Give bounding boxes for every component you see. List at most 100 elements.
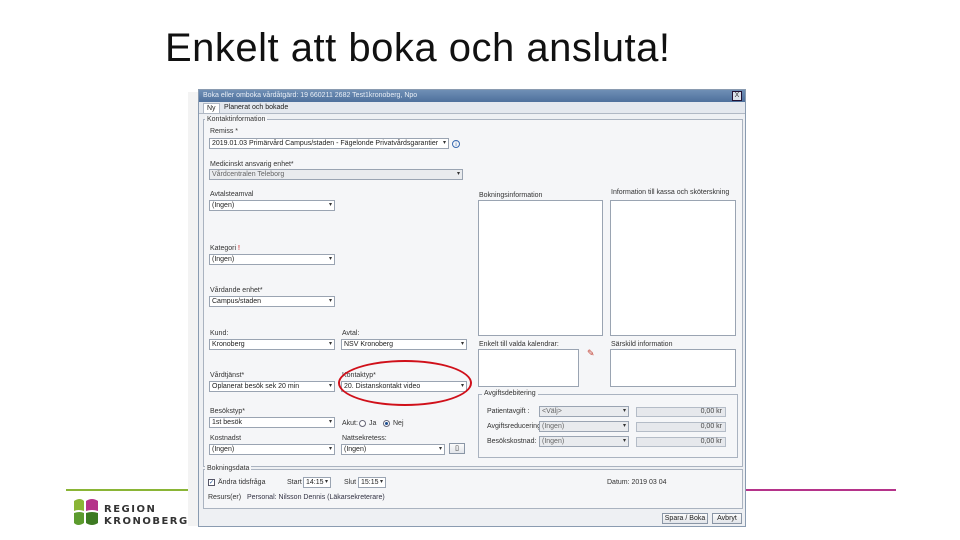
logo-line1: REGION bbox=[104, 504, 157, 515]
accent-line-right bbox=[746, 489, 896, 491]
booking-dialog: Boka eller omboka vårdåtgärd: 19 660211 … bbox=[198, 89, 746, 527]
avtal2-value: NSV Kronoberg bbox=[344, 341, 394, 348]
andra-checkbox[interactable]: ✓ bbox=[208, 479, 215, 486]
patientavgift-amount: 0,00 kr bbox=[636, 407, 726, 417]
akut-nej-radio[interactable] bbox=[383, 420, 390, 427]
chevron-down-icon: ▾ bbox=[328, 256, 332, 262]
enkelt-label: Enkelt till valda kalendrar: bbox=[479, 341, 559, 348]
spara-boka-button[interactable]: Spara / Boka bbox=[662, 513, 708, 524]
bokning-group bbox=[203, 469, 743, 509]
kund-select[interactable]: Kronoberg ▾ bbox=[209, 339, 335, 350]
avgiftsreducering-select[interactable]: (Ingen) ▾ bbox=[539, 421, 629, 432]
besokskostnad-label: Besökskostnad: bbox=[487, 438, 537, 445]
patientavgift-label: Patientavgift : bbox=[487, 408, 530, 415]
akut-ja-radio[interactable] bbox=[359, 420, 366, 427]
enkelt-textarea[interactable] bbox=[478, 349, 579, 387]
dialog-titlebar: Boka eller omboka vårdåtgärd: 19 660211 … bbox=[199, 90, 745, 102]
besokstyp-value: 1st besök bbox=[212, 419, 242, 426]
slut-label: Slut bbox=[344, 479, 357, 486]
kund-label: Kund: bbox=[210, 330, 229, 337]
start-value: 14:15 bbox=[306, 479, 324, 486]
chevron-down-icon: ▾ bbox=[328, 341, 332, 347]
bokningsinfo-textarea[interactable] bbox=[478, 200, 603, 336]
region-kronoberg-logo: REGION KRONOBERG bbox=[72, 497, 187, 529]
kund-value: Kronoberg bbox=[212, 341, 245, 348]
sarskild-textarea[interactable] bbox=[610, 349, 736, 387]
kategori-label: Kategori ! bbox=[210, 245, 240, 252]
akut-ja-label: Ja bbox=[369, 420, 377, 427]
avgiftsreducering-label: Avgiftsreducering: bbox=[487, 423, 543, 430]
patientavgift-select[interactable]: <Välj> ▾ bbox=[539, 406, 629, 417]
info-kassa-textarea[interactable] bbox=[610, 200, 736, 336]
akut-nej-label: Nej bbox=[393, 420, 404, 427]
start-label: Start bbox=[287, 479, 302, 486]
chevron-down-icon: ▾ bbox=[379, 479, 383, 485]
logo-line2: KRONOBERG bbox=[104, 516, 189, 527]
dialog-title: Boka eller omboka vårdåtgärd: 19 660211 … bbox=[203, 92, 418, 99]
accent-line-left bbox=[66, 489, 198, 491]
chevron-down-icon: ▾ bbox=[622, 408, 626, 414]
vardtjanst-value: Oplanerat besök sek 20 min bbox=[212, 383, 300, 390]
nattsekretess-value: (Ingen) bbox=[344, 446, 367, 453]
tab-bar: Ny Planerat och bokade bbox=[199, 102, 745, 114]
remiss-label: Remiss * bbox=[210, 128, 239, 135]
chevron-down-icon: ▾ bbox=[328, 419, 332, 425]
chevron-down-icon: ▾ bbox=[328, 298, 332, 304]
avtal2-label: Avtal: bbox=[342, 330, 360, 337]
patientavgift-value: <Välj> bbox=[542, 408, 562, 415]
avtal2-select[interactable]: NSV Kronoberg ▾ bbox=[341, 339, 467, 350]
avtal-label: Avtalsteamval bbox=[210, 191, 254, 198]
chevron-down-icon: ▾ bbox=[460, 341, 464, 347]
besokstyp-label: Besökstyp* bbox=[210, 408, 246, 415]
kostnadst-value: (Ingen) bbox=[212, 446, 235, 453]
tab-planerat[interactable]: Planerat och bokade bbox=[221, 103, 291, 112]
nattsekretess-select[interactable]: (Ingen) ▾ bbox=[341, 444, 445, 455]
medicinskt-value: Vårdcentralen Teleborg bbox=[212, 171, 285, 178]
tab-ny[interactable]: Ny bbox=[203, 103, 220, 113]
slut-input[interactable]: 15:15 ▾ bbox=[358, 477, 386, 488]
start-input[interactable]: 14:15 ▾ bbox=[303, 477, 331, 488]
bokningsinfo-label: Bokningsinformation bbox=[479, 192, 543, 199]
avtal-select[interactable]: (Ingen) ▾ bbox=[209, 200, 335, 211]
info-kassa-label: Information till kassa och sköterskning bbox=[611, 189, 730, 196]
pencil-icon[interactable]: ✎ bbox=[587, 348, 595, 359]
kostnadst-label: Kostnadst bbox=[210, 435, 242, 442]
logo-mark-icon bbox=[74, 499, 98, 525]
chevron-down-icon: ▾ bbox=[456, 171, 460, 177]
kategori-value: (Ingen) bbox=[212, 256, 235, 263]
chevron-down-icon: ▾ bbox=[622, 438, 626, 444]
chevron-down-icon: ▾ bbox=[328, 202, 332, 208]
chevron-down-icon: ▾ bbox=[328, 383, 332, 389]
close-icon[interactable]: X bbox=[732, 91, 742, 101]
besokstyp-select[interactable]: 1st besök ▾ bbox=[209, 417, 335, 428]
avbryt-button[interactable]: Avbryt bbox=[712, 513, 742, 524]
avgiftsreducering-value: (Ingen) bbox=[542, 423, 565, 430]
nattsekretess-button[interactable]: ▯ bbox=[449, 443, 465, 454]
resurs-value: Personal: Nilsson Dennis (Läkarsekretera… bbox=[247, 494, 385, 501]
avgiftsreducering-amount: 0,00 kr bbox=[636, 422, 726, 432]
info-icon[interactable]: i bbox=[452, 140, 460, 148]
vardtjanst-select[interactable]: Oplanerat besök sek 20 min ▾ bbox=[209, 381, 335, 392]
chevron-down-icon: ▾ bbox=[328, 446, 332, 452]
chevron-down-icon: ▾ bbox=[438, 446, 442, 452]
remiss-value: 2019.01.03 Primärvård Campus/staden - Fä… bbox=[212, 140, 439, 147]
besokskostnad-select[interactable]: (Ingen) ▾ bbox=[539, 436, 629, 447]
remiss-select[interactable]: 2019.01.03 Primärvård Campus/staden - Fä… bbox=[209, 138, 449, 149]
andra-label: Ändra tidsfråga bbox=[218, 479, 266, 486]
chevron-down-icon: ▾ bbox=[442, 140, 446, 146]
vardande-label: Vårdande enhet* bbox=[210, 287, 263, 294]
akut-label: Akut: bbox=[342, 420, 358, 427]
kostnadst-select[interactable]: (Ingen) ▾ bbox=[209, 444, 335, 455]
slide-title: Enkelt att boka och ansluta! bbox=[165, 26, 671, 70]
chevron-down-icon: ▾ bbox=[324, 479, 328, 485]
datum-label: Datum: 2019 03 04 bbox=[607, 479, 667, 486]
slut-value: 15:15 bbox=[361, 479, 379, 486]
kategori-select[interactable]: (Ingen) ▾ bbox=[209, 254, 335, 265]
medicinskt-field: Vårdcentralen Teleborg ▾ bbox=[209, 169, 463, 180]
medicinskt-label: Medicinskt ansvarig enhet* bbox=[210, 161, 294, 168]
nattsekretess-label: Nattsekretess: bbox=[342, 435, 387, 442]
vardande-value: Campus/staden bbox=[212, 298, 262, 305]
vardande-select[interactable]: Campus/staden ▾ bbox=[209, 296, 335, 307]
kontakt-group-label: Kontaktinformation bbox=[205, 116, 268, 123]
besokskostnad-value: (Ingen) bbox=[542, 438, 565, 445]
